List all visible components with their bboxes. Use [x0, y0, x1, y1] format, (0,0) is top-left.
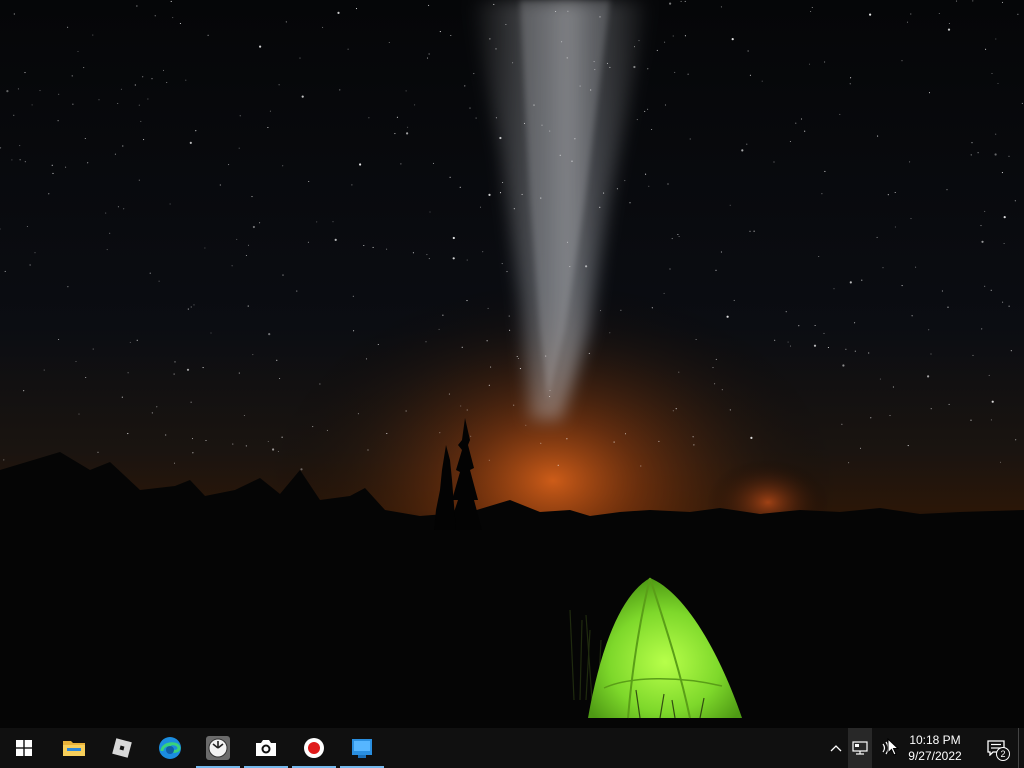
taskbar-recorder[interactable]	[290, 728, 338, 768]
taskbar-camera[interactable]	[242, 728, 290, 768]
show-desktop-button[interactable]	[1018, 728, 1024, 768]
tray-clock[interactable]: 10:18 PM 9/27/2022	[896, 728, 974, 768]
app-window-icon	[352, 739, 372, 758]
chevron-up-icon	[830, 745, 842, 752]
folder-icon	[63, 741, 85, 756]
start-button[interactable]	[0, 728, 48, 768]
taskbar-roblox[interactable]	[98, 728, 146, 768]
action-center-button[interactable]: 2	[974, 728, 1018, 768]
taskbar-app-window[interactable]	[338, 728, 386, 768]
tray-overflow-button[interactable]	[824, 728, 848, 768]
taskbar-edge[interactable]	[146, 728, 194, 768]
taskbar-file-explorer[interactable]	[50, 728, 98, 768]
wallpaper	[0, 0, 1024, 728]
clock-date: 9/27/2022	[908, 749, 962, 763]
record-icon	[304, 738, 324, 758]
network-icon	[852, 741, 868, 755]
notification-count-badge: 2	[996, 747, 1010, 761]
clock-time: 10:18 PM	[909, 733, 961, 747]
desktop[interactable]	[0, 0, 1024, 728]
clock-icon	[206, 736, 230, 760]
windows-logo-icon	[16, 740, 32, 756]
mouse-cursor-icon	[887, 738, 899, 756]
edge-icon	[159, 737, 181, 759]
system-tray: 10:18 PM 9/27/2022 2	[824, 728, 1024, 768]
taskbar-clock-app[interactable]	[194, 728, 242, 768]
taskbar: 10:18 PM 9/27/2022 2	[0, 728, 1024, 768]
tray-network-button[interactable]	[848, 728, 872, 768]
camera-icon	[256, 740, 276, 756]
roblox-icon	[112, 738, 132, 758]
